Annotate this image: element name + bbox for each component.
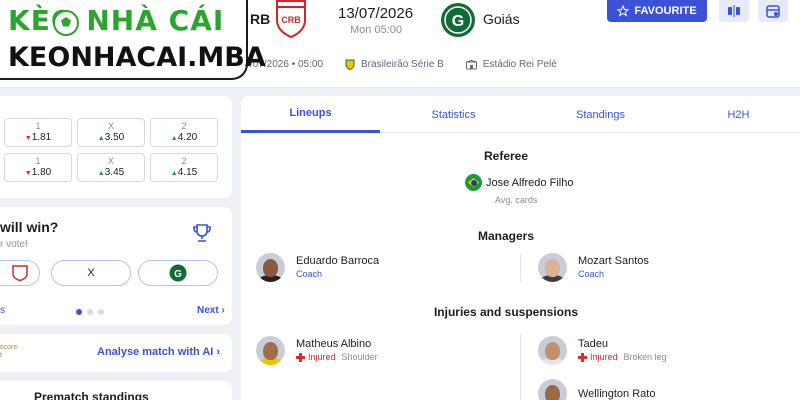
vote-card: will win? r vote! X G s Next › [0, 207, 232, 325]
football-icon [53, 10, 79, 36]
ai-card: score t Analyse match with AI › [0, 334, 232, 372]
match-time: Mon 05:00 [350, 24, 402, 36]
odds-up-icon: ▲ [170, 135, 178, 142]
manager-away[interactable]: Mozart Santos Coach [538, 253, 649, 282]
chevron-right-icon: › [221, 305, 225, 316]
competition-icon [345, 59, 355, 70]
standings-card: Prematch standings [0, 381, 232, 400]
manager-away-role: Coach [578, 269, 605, 279]
goias-crest-icon: G [169, 264, 187, 282]
tab-standings[interactable]: Standings [531, 96, 670, 133]
odd-draw-2[interactable]: X ▲3.45 [77, 153, 145, 182]
vote-subtitle: r vote! [0, 239, 28, 250]
avatar [538, 379, 567, 400]
manager-home-role: Coach [296, 269, 323, 279]
divider [520, 334, 521, 400]
managers-title: Managers [477, 229, 535, 243]
vote-home-button[interactable] [0, 260, 40, 286]
injuries-title: Injuries and suspensions [433, 305, 579, 319]
odd-away-2[interactable]: 2 ▲4.15 [150, 153, 218, 182]
crb-crest-icon [12, 265, 28, 281]
injured-player-name: Matheus Albino [296, 338, 372, 350]
injury-away-item[interactable]: Tadeu Injured Broken leg [538, 336, 667, 365]
odd-away-1[interactable]: 2 ▲4.20 [150, 118, 218, 147]
avatar [256, 336, 285, 365]
goias-crest-icon[interactable]: G [440, 2, 476, 38]
favourite-button[interactable]: FAVOURITE [607, 0, 707, 22]
stadium-name: Estádio Rei Pelé [482, 59, 557, 70]
vote-question: will win? [0, 219, 59, 235]
site-watermark: KÈO NHÀ CÁI KEONHACAI.MBA [0, 0, 266, 80]
manager-home[interactable]: Eduardo Barroca Coach [256, 253, 379, 282]
referee-name: Jose Alfredo Filho [486, 176, 574, 189]
lineups-panel: Lineups Statistics Standings H2H Referee… [241, 96, 800, 400]
odds-row-2: 1 ▼1.80 X ▲3.45 2 ▲4.15 [4, 153, 218, 182]
injured-player-name: Tadeu [578, 338, 608, 350]
chevron-right-icon: › [216, 346, 221, 358]
referee-title: Referee [483, 149, 529, 163]
carousel-dot[interactable] [87, 309, 93, 315]
manager-home-name: Eduardo Barroca [296, 255, 380, 267]
odds-up-icon: ▲ [97, 135, 105, 142]
svg-text:G: G [174, 269, 182, 280]
odd-home-1[interactable]: 1 ▼1.81 [4, 118, 72, 147]
odds-up-icon: ▲ [97, 170, 105, 177]
odd-draw-1[interactable]: X ▲3.50 [77, 118, 145, 147]
home-team-name[interactable]: RB [250, 11, 270, 27]
prev-link[interactable]: s [0, 305, 5, 316]
calendar-button[interactable] [758, 0, 788, 22]
tab-lineups[interactable]: Lineups [241, 96, 380, 133]
injury-home-item[interactable]: Matheus Albino Injured Shoulder [256, 336, 378, 365]
goias-crest-text: G [452, 13, 464, 30]
vote-draw-button[interactable]: X [51, 260, 131, 286]
crb-crest-text: CRB [281, 15, 301, 25]
injury-away-item[interactable]: Wellington Rato [538, 379, 655, 400]
odds-card: 1 ▼1.81 X ▲3.50 2 ▲4.20 1 ▼1.80 X ▲3.45 2 ▲4.1… [0, 96, 232, 198]
calendar-icon [766, 5, 780, 18]
odd-home-2[interactable]: 1 ▼1.80 [4, 153, 72, 182]
avatar [538, 253, 567, 282]
carousel-dot[interactable] [98, 309, 104, 315]
analyse-ai-link[interactable]: Analyse match with AI › [97, 346, 220, 358]
divider [520, 254, 521, 282]
match-date: 13/07/2026 [338, 5, 414, 22]
watermark-line1: KÈO NHÀ CÁI [8, 4, 225, 37]
brazil-flag-icon [465, 174, 482, 191]
carousel-dot[interactable] [76, 309, 82, 315]
star-icon [617, 5, 630, 17]
tab-statistics[interactable]: Statistics [384, 96, 523, 133]
referee-row[interactable]: Jose Alfredo Filho [465, 174, 573, 191]
odds-up-icon: ▲ [170, 170, 178, 177]
avatar [256, 253, 285, 282]
trophy-icon [193, 224, 211, 242]
avg-cards-label: Avg. cards [495, 195, 538, 205]
avatar [538, 336, 567, 365]
stadium-icon [465, 59, 477, 69]
injury-cross-icon [578, 353, 587, 362]
compare-icon [728, 5, 740, 17]
injured-player-name: Wellington Rato [578, 387, 656, 400]
odds-row-1: 1 ▼1.81 X ▲3.50 2 ▲4.20 [4, 118, 218, 147]
competition-name[interactable]: Brasileirão Série B [361, 59, 444, 70]
ai-logo: score t [0, 344, 18, 359]
crb-crest-icon[interactable]: CRB [274, 0, 308, 38]
carousel-dots [76, 309, 104, 315]
manager-away-name: Mozart Santos [578, 255, 649, 267]
standings-title: Prematch standings [34, 390, 149, 400]
compare-button[interactable] [719, 0, 749, 22]
away-team-name[interactable]: Goiás [483, 11, 520, 27]
favourite-label: FAVOURITE [634, 5, 697, 17]
vote-away-button[interactable]: G [138, 260, 218, 286]
tab-bar: Lineups Statistics Standings H2H [241, 96, 800, 133]
tab-h2h[interactable]: H2H [669, 96, 800, 133]
match-meta: /07/2026 • 05:00 Brasileirão Série B Est… [250, 59, 557, 70]
next-link[interactable]: Next › [197, 305, 225, 316]
injury-cross-icon [296, 353, 305, 362]
odds-down-icon: ▼ [24, 135, 32, 142]
watermark-line2: KEONHACAI.MBA [8, 42, 266, 73]
odds-down-icon: ▼ [24, 170, 32, 177]
